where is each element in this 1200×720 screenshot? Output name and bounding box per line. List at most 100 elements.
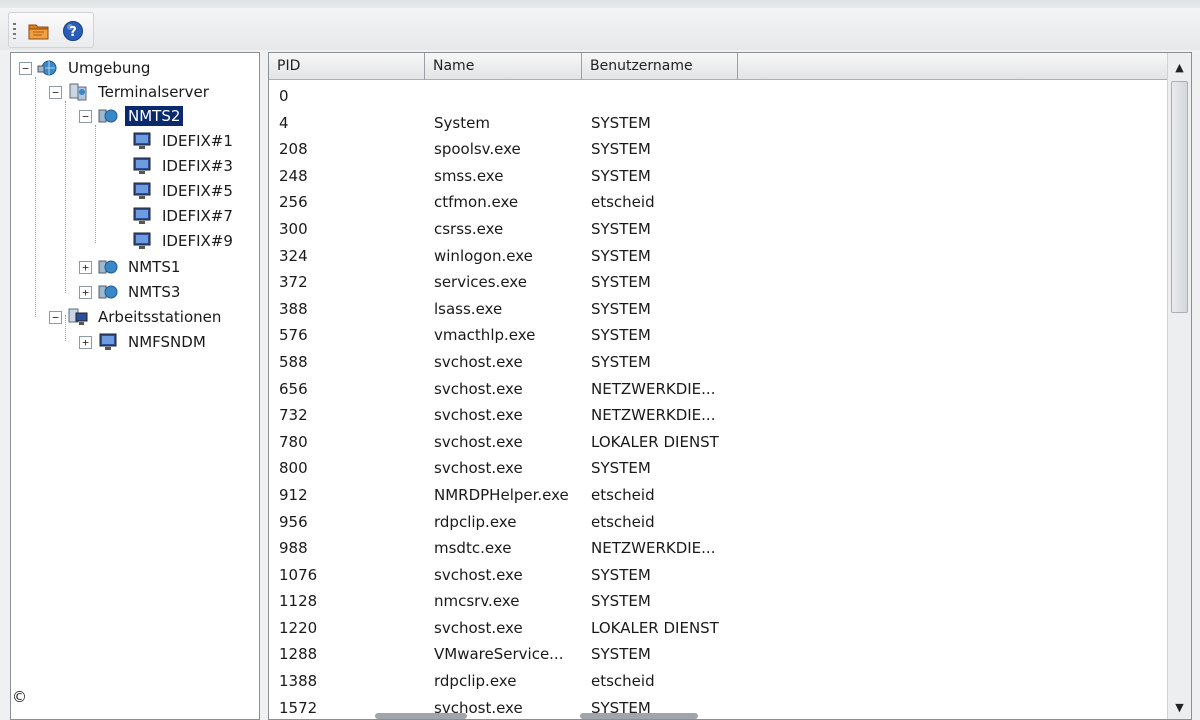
pid-cell: 1288 <box>279 645 318 664</box>
username-cell: SYSTEM <box>591 166 651 185</box>
toolbar-grip[interactable] <box>13 23 16 39</box>
table-row[interactable]: 300 csrss.exe SYSTEM <box>269 216 1167 243</box>
expand-icon[interactable]: + <box>79 285 92 299</box>
scrollbar-thumb[interactable] <box>1171 81 1188 313</box>
table-row[interactable]: 988 msdtc.exe NETZWERKDIE... <box>269 535 1167 562</box>
tree-node-nmts1[interactable]: + NMTS1 <box>79 256 183 278</box>
username-cell: NETZWERKDIE... <box>591 379 716 398</box>
table-row[interactable]: 588 svchost.exe SYSTEM <box>269 349 1167 376</box>
tree-label: NMTS1 <box>128 258 181 276</box>
username-cell: LOKALER DIENST <box>591 618 719 637</box>
pid-cell: 800 <box>279 459 308 478</box>
scroll-up-icon[interactable]: ▲ <box>1170 57 1189 79</box>
collapse-icon[interactable]: − <box>79 109 92 123</box>
pid-cell: 1572 <box>279 698 318 717</box>
table-row[interactable]: 0 <box>269 83 1167 110</box>
process-rows: 0 4 System SYSTEM 208 spoolsv.exe SYSTEM 248 sms… <box>269 83 1167 719</box>
monitor-icon <box>133 157 151 174</box>
username-cell: etscheid <box>591 485 655 504</box>
username-cell: SYSTEM <box>591 113 651 132</box>
name-cell: svchost.exe <box>434 618 523 637</box>
table-row[interactable]: 1076 svchost.exe SYSTEM <box>269 562 1167 589</box>
pid-cell: 732 <box>279 406 308 425</box>
pid-cell: 1220 <box>279 618 318 637</box>
table-row[interactable]: 800 svchost.exe SYSTEM <box>269 455 1167 482</box>
environment-tree[interactable]: − Umgebung − Terminalserver − NMTS2 IDEF… <box>10 52 260 720</box>
workstations-icon <box>68 308 88 325</box>
column-header-name[interactable]: Name <box>425 53 582 80</box>
expand-icon[interactable]: + <box>79 335 92 349</box>
name-cell: vmacthlp.exe <box>434 326 536 345</box>
table-row[interactable]: 576 vmacthlp.exe SYSTEM <box>269 322 1167 349</box>
help-icon[interactable]: ? <box>61 20 85 42</box>
table-row[interactable]: 780 svchost.exe LOKALER DIENST <box>269 429 1167 456</box>
table-row[interactable]: 956 rdpclip.exe etscheid <box>269 509 1167 536</box>
scrollbar-edge <box>580 713 698 719</box>
pid-cell: 1388 <box>279 672 318 691</box>
tree-node-umgebung[interactable]: − Umgebung <box>19 57 153 79</box>
username-cell: SYSTEM <box>591 326 651 345</box>
table-row[interactable]: 912 NMRDPHelper.exe etscheid <box>269 482 1167 509</box>
table-row[interactable]: 256 ctfmon.exe etscheid <box>269 189 1167 216</box>
table-row[interactable]: 388 lsass.exe SYSTEM <box>269 296 1167 323</box>
username-cell: SYSTEM <box>591 592 651 611</box>
table-row[interactable]: 248 smss.exe SYSTEM <box>269 163 1167 190</box>
tree-node-nmts3[interactable]: + NMTS3 <box>79 281 183 303</box>
tree-label: Umgebung <box>68 59 151 77</box>
table-row[interactable]: 1388 rdpclip.exe etscheid <box>269 668 1167 695</box>
process-list[interactable]: PID Name Benutzername 0 4 System SYSTEM 208 s… <box>268 52 1192 720</box>
username-cell: SYSTEM <box>591 459 651 478</box>
tree-node-nmts2[interactable]: − NMTS2 <box>79 105 184 127</box>
pid-cell: 0 <box>279 87 289 105</box>
table-row[interactable]: 372 services.exe SYSTEM <box>269 269 1167 296</box>
table-row[interactable]: 324 winlogon.exe SYSTEM <box>269 243 1167 270</box>
username-cell: NETZWERKDIE... <box>591 406 716 425</box>
username-cell: SYSTEM <box>591 645 651 664</box>
table-row[interactable]: 656 svchost.exe NETZWERKDIE... <box>269 376 1167 403</box>
name-cell: System <box>434 113 490 132</box>
folder-icon[interactable] <box>27 20 51 42</box>
vertical-scrollbar[interactable]: ▲ ▼ <box>1167 53 1191 719</box>
username-cell: SYSTEM <box>591 140 651 159</box>
tree-node-session[interactable]: IDEFIX#3 <box>131 155 236 177</box>
expand-icon[interactable]: + <box>79 260 92 274</box>
collapse-icon[interactable]: − <box>49 85 62 99</box>
tree-label: Arbeitsstationen <box>98 308 222 326</box>
table-row[interactable]: 1128 nmcsrv.exe SYSTEM <box>269 588 1167 615</box>
scroll-down-icon[interactable]: ▼ <box>1170 697 1189 719</box>
table-row[interactable]: 1288 VMwareService... SYSTEM <box>269 641 1167 668</box>
name-cell: nmcsrv.exe <box>434 592 520 611</box>
tree-node-session[interactable]: IDEFIX#5 <box>131 180 236 202</box>
tree-node-arbeitsstationen[interactable]: − Arbeitsstationen <box>49 306 224 328</box>
table-row[interactable]: 4 System SYSTEM <box>269 110 1167 137</box>
name-cell: svchost.exe <box>434 459 523 478</box>
tree-connector <box>65 101 66 293</box>
table-row[interactable]: 208 spoolsv.exe SYSTEM <box>269 136 1167 163</box>
table-row[interactable]: 1220 svchost.exe LOKALER DIENST <box>269 615 1167 642</box>
menu-bar <box>0 0 1200 8</box>
monitor-icon <box>99 333 117 350</box>
collapse-icon[interactable]: − <box>19 61 32 75</box>
column-header-username[interactable]: Benutzername <box>582 53 738 80</box>
column-header-row: PID Name Benutzername <box>269 53 1167 80</box>
network-globe-icon <box>37 60 57 76</box>
table-row[interactable]: 732 svchost.exe NETZWERKDIE... <box>269 402 1167 429</box>
username-cell: LOKALER DIENST <box>591 432 719 451</box>
tree-node-nmfsndm[interactable]: + NMFSNDM <box>79 331 209 353</box>
username-cell: SYSTEM <box>591 246 651 265</box>
collapse-icon[interactable]: − <box>49 310 62 324</box>
monitor-icon <box>133 232 151 249</box>
pid-cell: 208 <box>279 140 308 159</box>
username-cell: etscheid <box>591 193 655 212</box>
tree-label: Terminalserver <box>98 83 209 101</box>
tree-node-session[interactable]: IDEFIX#1 <box>131 130 236 152</box>
tree-node-session[interactable]: IDEFIX#9 <box>131 230 236 252</box>
tree-node-session[interactable]: IDEFIX#7 <box>131 205 236 227</box>
scrollbar-edge <box>375 713 467 719</box>
name-cell: svchost.exe <box>434 352 523 371</box>
tree-node-terminalserver[interactable]: − Terminalserver <box>49 81 212 103</box>
column-header-pid[interactable]: PID <box>269 53 425 80</box>
name-cell: NMRDPHelper.exe <box>434 485 569 504</box>
name-cell: rdpclip.exe <box>434 672 517 691</box>
pid-cell: 780 <box>279 432 308 451</box>
